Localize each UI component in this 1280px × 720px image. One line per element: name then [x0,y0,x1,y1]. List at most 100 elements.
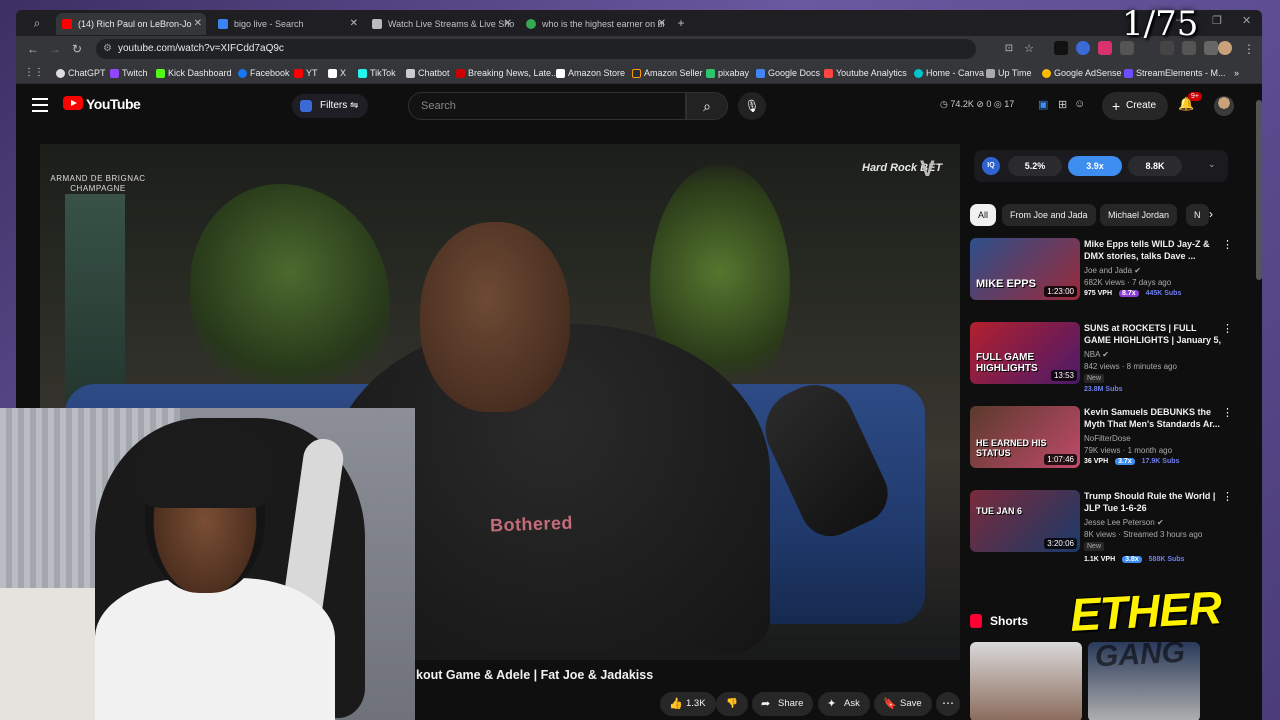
video-title[interactable]: SUNS at ROCKETS | FULL GAME HIGHLIGHTS |… [1084,322,1222,348]
menu-dots-icon[interactable]: ⋮ [1240,40,1258,58]
bookmark-streamelements[interactable]: StreamElements - M... [1124,66,1226,80]
dislike-button[interactable]: 👎 [716,692,748,716]
channel-name[interactable]: NoFilterDose [1084,434,1131,443]
more-options-icon[interactable]: ⋮ [1222,322,1233,335]
video-thumbnail[interactable]: TUE JAN 6 3:20:06 [970,490,1080,552]
more-bookmarks-icon[interactable]: » [1234,66,1239,80]
engagement-metric[interactable]: 5.2% [1008,156,1062,176]
scrollbar[interactable] [1256,100,1262,280]
like-button[interactable]: 👍 1.3K [660,692,716,716]
bookmark-star-icon[interactable]: ☆ [1020,40,1038,58]
recommendation-item[interactable]: FULL GAME HIGHLIGHTS 13:53 SUNS at ROCKE… [970,322,1233,398]
forward-icon[interactable]: → [46,40,64,58]
bookmark-pixabay[interactable]: pixabay [706,66,749,80]
close-icon[interactable]: ✕ [658,13,666,35]
short-thumbnail[interactable] [970,642,1082,720]
bookmark-twitch[interactable]: Twitch [110,66,148,80]
microphone-icon[interactable]: 🎙 [738,92,766,120]
extension-icon[interactable]: ▣ [1038,98,1048,111]
more-options-icon[interactable]: ⋮ [1222,490,1233,503]
ask-button[interactable]: ✦ Ask [818,692,870,716]
chip-joe-and-jada[interactable]: From Joe and Jada [1002,204,1096,226]
views-metric[interactable]: 8.8K [1128,156,1182,176]
profile-icon[interactable] [1204,41,1218,55]
video-thumbnail[interactable]: MIKE EPPS 1:23:00 [970,238,1080,300]
bookmark-yt-analytics[interactable]: Youtube Analytics [824,66,907,80]
bookmark-tiktok[interactable]: TikTok [358,66,396,80]
window-close-icon[interactable]: ✕ [1242,14,1251,27]
video-thumbnail[interactable]: HE EARNED HIS STATUS 1:07:46 [970,406,1080,468]
recommendation-item[interactable]: HE EARNED HIS STATUS 1:07:46 Kevin Samue… [970,406,1233,482]
channel-name[interactable]: Joe and Jada ✔ [1084,266,1141,275]
create-button[interactable]: + Create [1102,92,1169,120]
close-icon[interactable]: ✕ [194,13,202,35]
tab-google-query[interactable]: who is the highest earner on bi ✕ [520,13,670,35]
bookmark-news[interactable]: Breaking News, Late... [456,66,559,80]
bookmark-google-docs[interactable]: Google Docs [756,66,820,80]
youtube-header: YouTube Filters ⇋ Search ⌕ 🎙 ◷ 74.2K ⊘ 0… [16,84,1262,128]
reload-icon[interactable]: ↻ [68,40,86,58]
channel-name[interactable]: Jesse Lee Peterson ✔ [1084,518,1164,527]
extension-icon[interactable] [1098,41,1112,55]
tab-search-icon[interactable]: ⌕ [28,14,46,32]
maximize-icon[interactable]: ❐ [1212,14,1222,27]
new-tab-button[interactable]: + [672,14,690,32]
vidiq-badges: 36 VPH 3.7x 17.9K Subs [1084,458,1184,465]
address-bar[interactable]: ⚙ youtube.com/watch?v=XIFCdd7aQ9c [96,39,976,59]
tab-bigo-search[interactable]: bigo live - Search ✕ [212,13,362,35]
close-icon[interactable]: ✕ [350,13,358,35]
channel-name[interactable]: NBA ✔ [1084,350,1109,359]
bookmark-x[interactable]: X [328,66,346,80]
bookmark-uptime[interactable]: Up Time [986,66,1032,80]
bookmark-canva[interactable]: Home - Canva [914,66,984,80]
avatar[interactable] [1218,41,1232,55]
share-button[interactable]: ➦ Share [752,692,814,716]
search-input[interactable]: Search [408,92,686,120]
apps-grid-icon[interactable]: ⋮⋮ [24,66,44,80]
recommendation-item[interactable]: MIKE EPPS 1:23:00 Mike Epps tells WILD J… [970,238,1233,314]
youtube-wordmark[interactable]: YouTube [86,96,141,112]
bookmark-amazon-seller[interactable]: Amazon Seller [632,66,703,80]
grid-icon[interactable]: ⊞ [1058,98,1067,111]
tab-watch-live[interactable]: Watch Live Streams & Live Sho ✕ [366,13,516,35]
extension-icon[interactable] [1054,41,1068,55]
menu-icon[interactable] [32,98,48,112]
bookmark-yt[interactable]: YT [294,66,318,80]
bookmark-adsense[interactable]: Google AdSense [1042,66,1122,80]
chevron-right-icon[interactable]: › [1209,207,1213,221]
video-thumbnail[interactable]: FULL GAME HIGHLIGHTS 13:53 [970,322,1080,384]
tab-youtube[interactable]: (14) Rich Paul on LeBron-Jo ✕ [56,13,206,35]
facebook-icon [238,69,247,78]
chevron-down-icon[interactable]: ⌄ [1208,159,1216,170]
save-button[interactable]: 🔖 Save [874,692,932,716]
chip-all[interactable]: All [970,204,997,226]
related-chips: All From Joe and Jada Michael Jordan N [970,204,1230,228]
more-options-icon[interactable]: ⋮ [1222,406,1233,419]
outlier-metric[interactable]: 3.9x [1068,156,1122,176]
chip-more[interactable]: N [1186,204,1209,226]
bookmark-facebook[interactable]: Facebook [238,66,290,80]
site-info-icon[interactable]: ⚙ [103,39,112,59]
extension-icon[interactable] [1076,41,1090,55]
back-icon[interactable]: ← [24,40,42,58]
avatar[interactable] [1214,96,1234,116]
vidiq-logo-icon[interactable]: IQ [982,157,1000,175]
bookmark-chatgpt[interactable]: ChatGPT [56,66,106,80]
youtube-logo-icon[interactable] [63,96,83,110]
bookmark-chatbot[interactable]: Chatbot [406,66,450,80]
video-title[interactable]: Trump Should Rule the World | JLP Tue 1-… [1084,490,1222,514]
install-icon[interactable]: ⊡ [1000,40,1018,58]
chip-michael-jordan[interactable]: Michael Jordan [1100,204,1178,226]
search-icon[interactable]: ⌕ [686,92,728,120]
more-actions-icon[interactable]: ⋯ [936,692,960,716]
bookmark-amazon-store[interactable]: Amazon Store [556,66,625,80]
bookmark-kick[interactable]: Kick Dashboard [156,66,232,80]
recommendation-item[interactable]: TUE JAN 6 3:20:06 Trump Should Rule the … [970,490,1233,572]
close-icon[interactable]: ✕ [504,13,512,35]
filters-button[interactable]: Filters ⇋ [292,94,369,118]
more-options-icon[interactable]: ⋮ [1222,238,1233,251]
robot-icon[interactable]: ☺ [1074,98,1085,110]
video-title: kout Game & Adele | Fat Joe & Jadakiss [416,668,654,682]
video-title[interactable]: Kevin Samuels DEBUNKS the Myth That Men'… [1084,406,1222,430]
video-title[interactable]: Mike Epps tells WILD Jay-Z & DMX stories… [1084,238,1222,262]
